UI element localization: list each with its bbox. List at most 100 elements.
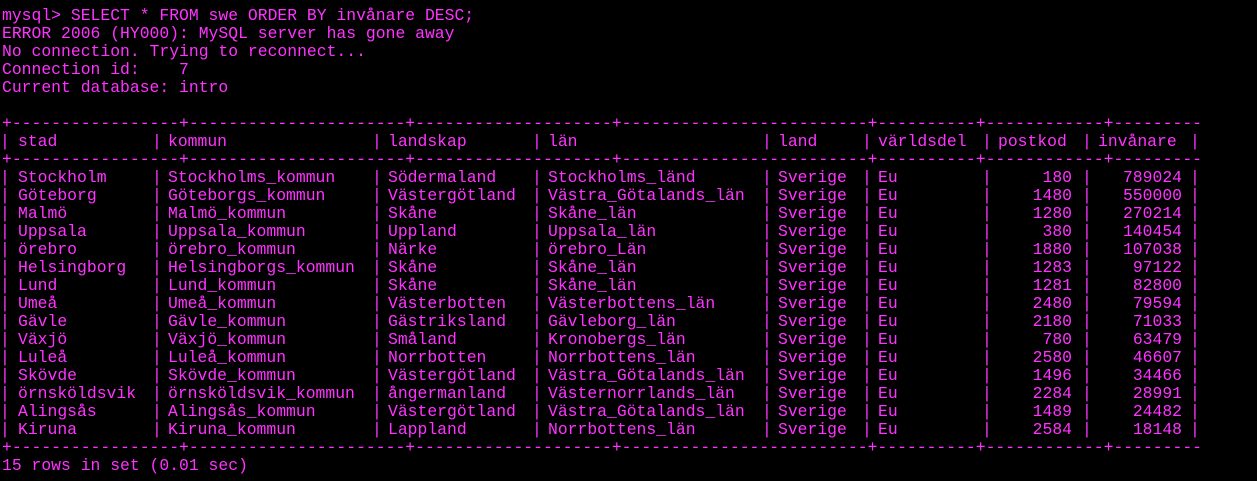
column-separator: | — [152, 312, 162, 331]
column-separator: | — [0, 258, 10, 277]
column-separator: | — [762, 186, 772, 205]
column-separator: | — [762, 402, 772, 421]
table-row: | | | | | | | | | Uppsala Uppsala_kommun Uppland Upp… — [0, 222, 1202, 241]
column-separator: | — [152, 420, 162, 439]
column-separator: | — [982, 384, 992, 403]
column-separator: | — [862, 276, 872, 295]
cell-invanare: 71033 — [1132, 312, 1182, 331]
cell-postkod: 780 — [1042, 330, 1072, 349]
column-separator: | — [152, 384, 162, 403]
column-separator: | — [0, 348, 10, 367]
column-separator: | — [862, 312, 872, 331]
table-row: | | | | | | | | | Göteborg Göteborgs_kommun Västerg… — [0, 186, 1202, 205]
column-separator: | — [372, 132, 382, 151]
cell-land: Sverige — [778, 330, 847, 349]
cell-kommun: Lund_kommun — [168, 276, 277, 295]
column-separator: | — [372, 312, 382, 331]
cell-kommun: Alingsås_kommun — [168, 402, 316, 421]
cell-postkod: 2180 — [1032, 312, 1072, 331]
column-separator: | — [982, 258, 992, 277]
cell-lan: örebro_Län — [548, 240, 647, 259]
column-separator: | — [372, 402, 382, 421]
column-separator: | — [1082, 384, 1092, 403]
column-separator: | — [1190, 204, 1200, 223]
cell-stad: Alingsås — [18, 402, 97, 421]
column-separator: | — [532, 348, 542, 367]
column-separator: | — [762, 384, 772, 403]
cell-landskap: Norrbotten — [388, 348, 487, 367]
cell-invanare: 46607 — [1132, 348, 1182, 367]
column-separator: | — [372, 384, 382, 403]
table-bottom-rule: +-----------------+---------------------… — [2, 439, 1202, 457]
column-separator: | — [152, 168, 162, 187]
column-separator: | — [0, 294, 10, 313]
column-header-stad: stad — [18, 132, 58, 151]
cell-postkod: 1489 — [1032, 402, 1072, 421]
column-separator: | — [1190, 168, 1200, 187]
cell-landskap: Västergötland — [388, 186, 516, 205]
cell-land: Sverige — [778, 384, 847, 403]
cell-lan: Norrbottens_län — [548, 348, 696, 367]
cell-kommun: Göteborgs_kommun — [168, 186, 326, 205]
column-separator: | — [762, 366, 772, 385]
terminal-window[interactable]: mysql> SELECT * FROM swe ORDER BY invåna… — [0, 0, 1257, 481]
cell-kommun: Skövde_kommun — [168, 366, 296, 385]
column-separator: | — [0, 402, 10, 421]
table-row: | | | | | | | | | Alingsås Alingsås_kommun Västergö… — [0, 402, 1202, 421]
cell-landskap: ångermanland — [388, 384, 507, 403]
column-separator: | — [1082, 402, 1092, 421]
column-separator: | — [982, 168, 992, 187]
cell-kommun: Kiruna_kommun — [168, 420, 296, 439]
column-separator: | — [0, 312, 10, 331]
column-separator: | — [0, 240, 10, 259]
error-line: ERROR 2006 (HY000): MySQL server has gon… — [2, 24, 455, 43]
cell-landskap: Småland — [388, 330, 457, 349]
cell-stad: örebro — [18, 240, 78, 259]
column-separator: | — [862, 402, 872, 421]
column-separator: | — [152, 330, 162, 349]
column-header-varldsdel: världsdel — [878, 132, 967, 151]
column-separator: | — [862, 204, 872, 223]
column-separator: | — [1082, 420, 1092, 439]
table-row: | | | | | | | | | Kiruna Kiruna_kommun Lappland Norr… — [0, 420, 1202, 439]
cell-varldsdel: Eu — [878, 222, 898, 241]
column-separator: | — [152, 240, 162, 259]
column-separator: | — [1190, 186, 1200, 205]
column-separator: | — [1082, 240, 1092, 259]
cell-postkod: 1480 — [1032, 186, 1072, 205]
column-separator: | — [982, 204, 992, 223]
column-separator: | — [1190, 420, 1200, 439]
column-separator: | — [1082, 168, 1092, 187]
column-separator: | — [532, 258, 542, 277]
column-separator: | — [982, 312, 992, 331]
table-row: | | | | | | | | | örnsköldsvik örnsköldsvik_kommun… — [0, 384, 1202, 403]
column-separator: | — [532, 366, 542, 385]
cell-landskap: Skåne — [388, 204, 438, 223]
cell-kommun: Malmö_kommun — [168, 204, 287, 223]
column-separator: | — [532, 294, 542, 313]
column-separator: | — [982, 276, 992, 295]
column-separator: | — [862, 168, 872, 187]
column-separator: | — [862, 186, 872, 205]
cell-landskap: Gästriksland — [388, 312, 507, 331]
column-separator: | — [862, 330, 872, 349]
column-separator: | — [982, 330, 992, 349]
column-separator: | — [1190, 258, 1200, 277]
cell-invanare: 789024 — [1122, 168, 1182, 187]
cell-stad: örnsköldsvik — [18, 384, 137, 403]
cell-postkod: 2284 — [1032, 384, 1072, 403]
column-separator: | — [0, 204, 10, 223]
column-separator: | — [1082, 222, 1092, 241]
cell-invanare: 24482 — [1132, 402, 1182, 421]
column-separator: | — [372, 348, 382, 367]
column-separator: | — [1082, 186, 1092, 205]
cell-kommun: Luleå_kommun — [168, 348, 287, 367]
column-separator: | — [372, 330, 382, 349]
column-separator: | — [1082, 132, 1092, 151]
table-row: | | | | | | | | | Växjö Växjö_kommun Småland Kronobe… — [0, 330, 1202, 349]
column-separator: | — [152, 204, 162, 223]
cell-postkod: 180 — [1042, 168, 1072, 187]
column-separator: | — [982, 186, 992, 205]
cell-varldsdel: Eu — [878, 186, 898, 205]
cell-varldsdel: Eu — [878, 240, 898, 259]
